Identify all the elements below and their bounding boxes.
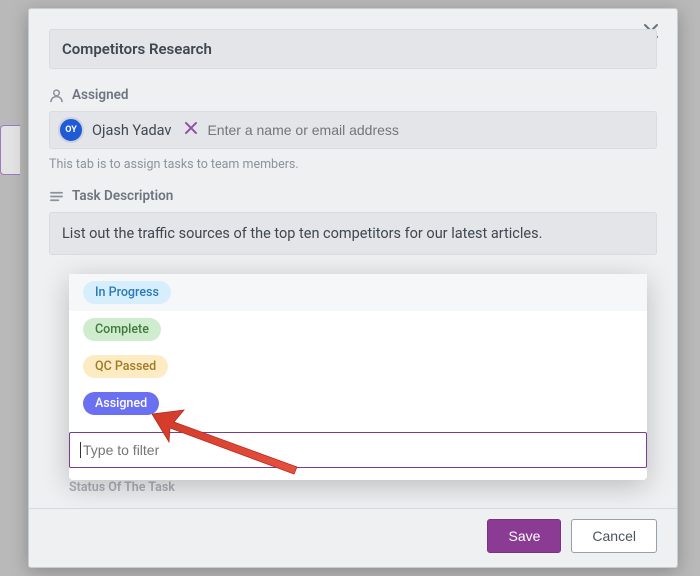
person-icon <box>49 88 64 103</box>
assignee-search-input[interactable] <box>203 118 648 142</box>
description-section-label: Task Description <box>49 188 657 204</box>
assigned-section-label: Assigned <box>49 87 657 103</box>
assignee-field[interactable]: OY Ojash Yadav <box>49 111 657 149</box>
status-option-in-progress[interactable]: In Progress <box>69 274 647 311</box>
description-label-text: Task Description <box>72 188 173 204</box>
status-option-assigned[interactable]: Assigned <box>69 385 647 422</box>
status-pill: QC Passed <box>83 355 168 378</box>
text-caret <box>80 442 81 458</box>
status-option-complete[interactable]: Complete <box>69 311 647 348</box>
task-title-input[interactable]: Competitors Research <box>49 29 657 69</box>
status-pill: Complete <box>83 318 161 341</box>
status-pill: In Progress <box>83 281 171 304</box>
background-card-sliver <box>0 125 20 175</box>
status-pill: Assigned <box>83 392 159 415</box>
task-description-input[interactable]: List out the traffic sources of the top … <box>49 212 657 255</box>
task-modal: Competitors Research Assigned OY Ojash Y… <box>28 8 678 568</box>
status-label-dimmed: Status Of The Task <box>69 480 175 495</box>
save-button[interactable]: Save <box>487 519 561 553</box>
status-dropdown: In Progress Complete QC Passed Assigned <box>69 274 647 480</box>
modal-footer: Save Cancel <box>29 508 677 567</box>
status-filter-input[interactable] <box>83 442 636 458</box>
remove-assignee-button[interactable] <box>179 121 203 139</box>
avatar: OY <box>58 117 84 143</box>
assignee-name: Ojash Yadav <box>92 122 171 139</box>
remove-icon <box>185 122 197 134</box>
status-filter-field[interactable] <box>69 432 647 468</box>
status-option-qc-passed[interactable]: QC Passed <box>69 348 647 385</box>
cancel-button[interactable]: Cancel <box>571 519 657 553</box>
assignee-helper-text: This tab is to assign tasks to team memb… <box>49 157 657 172</box>
lines-icon <box>49 189 64 204</box>
assigned-label-text: Assigned <box>72 87 129 103</box>
